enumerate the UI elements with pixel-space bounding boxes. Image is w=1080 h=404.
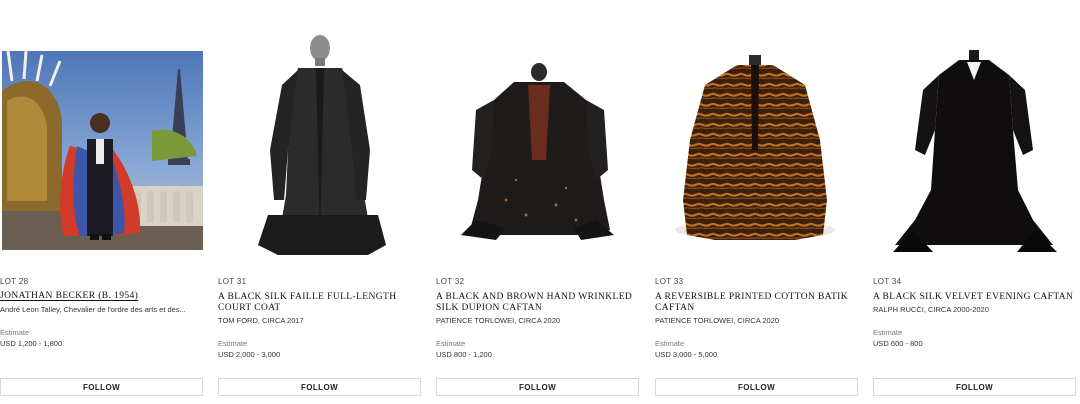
estimate-label: Estimate (873, 328, 903, 337)
follow-button[interactable]: FOLLOW (873, 378, 1076, 396)
estimate-label: Estimate (655, 339, 685, 348)
estimate-label: Estimate (436, 339, 466, 348)
lot-number: LOT 28 (0, 277, 29, 286)
lot-subtitle: PATIENCE TORLOWEI, CIRCA 2020 (436, 316, 561, 325)
court-coat-image (258, 35, 386, 255)
lot-card[interactable]: LOT 34 A BLACK SILK VELVET EVENING CAFTA… (873, 0, 1078, 404)
velvet-caftan-image (893, 50, 1057, 252)
lot-number: LOT 32 (436, 277, 465, 286)
lot-image-photograph[interactable] (2, 51, 203, 250)
lot-card[interactable]: LOT 33 A REVERSIBLE PRINTED COTTON BATIK… (655, 0, 860, 404)
lot-card[interactable]: LOT 28 JONATHAN BECKER (B. 1954) André L… (0, 0, 205, 404)
photograph-image (2, 51, 203, 250)
batik-caftan-image (675, 55, 835, 240)
lot-title[interactable]: A REVERSIBLE PRINTED COTTON BATIK CAFTAN (655, 292, 860, 314)
lot-card[interactable]: LOT 31 A BLACK SILK FAILLE FULL-LENGTH C… (218, 0, 423, 404)
lot-number: LOT 34 (873, 277, 902, 286)
follow-button[interactable]: FOLLOW (218, 378, 421, 396)
lot-image-garment[interactable] (873, 30, 1078, 262)
estimate-value: USD 1,200 - 1,800 (0, 339, 63, 348)
lot-title[interactable]: A BLACK SILK FAILLE FULL-LENGTH COURT CO… (218, 292, 423, 314)
lot-title[interactable]: A BLACK AND BROWN HAND WRINKLED SILK DUP… (436, 292, 641, 314)
lot-subtitle: PATIENCE TORLOWEI, CIRCA 2020 (655, 316, 780, 325)
lot-subtitle: RALPH RUCCI, CIRCA 2000-2020 (873, 305, 989, 314)
lot-image-garment[interactable] (436, 30, 641, 262)
estimate-value: USD 800 - 1,200 (436, 350, 492, 359)
follow-button[interactable]: FOLLOW (655, 378, 858, 396)
follow-button[interactable]: FOLLOW (436, 378, 639, 396)
lot-subtitle: André Leon Talley, Chevalier de l'ordre … (0, 305, 186, 314)
lots-grid: LOT 28 JONATHAN BECKER (B. 1954) André L… (0, 0, 1080, 404)
estimate-value: USD 2,000 - 3,000 (218, 350, 281, 359)
lot-image-garment[interactable] (655, 30, 860, 262)
estimate-value: USD 3,000 - 5,000 (655, 350, 718, 359)
lot-title-link[interactable]: JONATHAN BECKER (B. 1954) (0, 291, 205, 302)
lot-subtitle: TOM FORD, CIRCA 2017 (218, 316, 304, 325)
estimate-value: USD 600 - 800 (873, 339, 923, 348)
lot-number: LOT 33 (655, 277, 684, 286)
lot-image-garment[interactable] (218, 30, 423, 262)
follow-button[interactable]: FOLLOW (0, 378, 203, 396)
caftan-image (461, 63, 614, 240)
estimate-label: Estimate (218, 339, 248, 348)
lot-card[interactable]: LOT 32 A BLACK AND BROWN HAND WRINKLED S… (436, 0, 641, 404)
lot-number: LOT 31 (218, 277, 247, 286)
lot-title[interactable]: A BLACK SILK VELVET EVENING CAFTAN (873, 292, 1078, 303)
estimate-label: Estimate (0, 328, 30, 337)
